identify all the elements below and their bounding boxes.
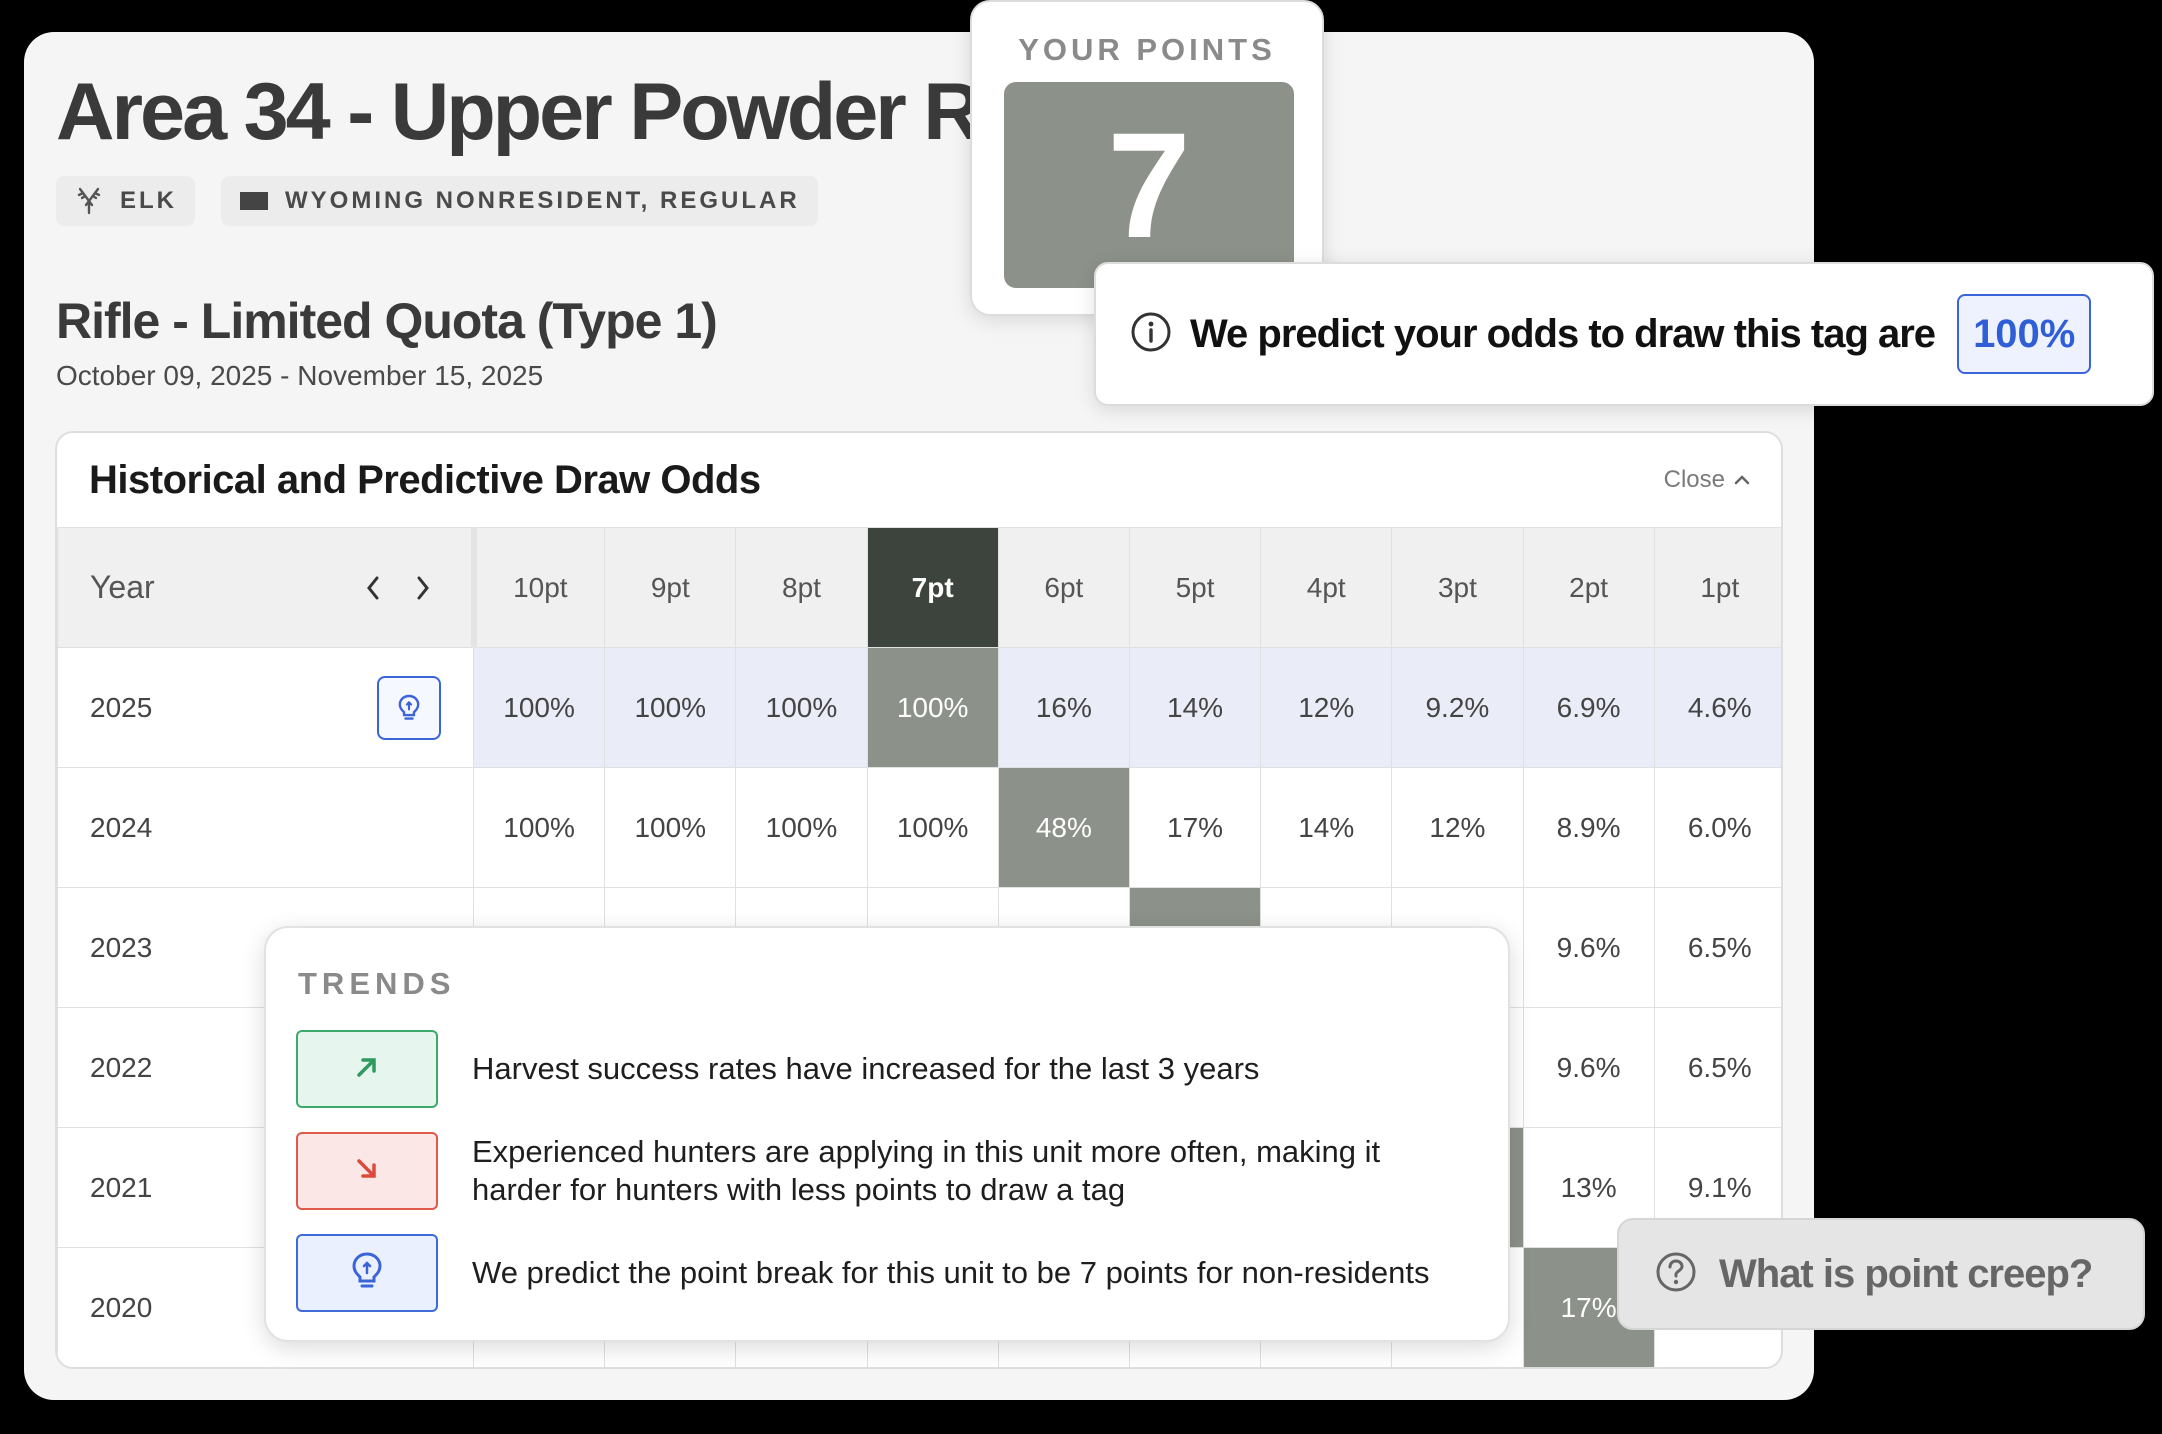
odds-cell: 48%: [997, 767, 1130, 888]
arrow-up-right-icon: [352, 1052, 382, 1087]
year-cell: 2025: [57, 647, 474, 768]
odds-cell: 6.5%: [1653, 887, 1781, 1008]
prediction-lightbulb-button[interactable]: [377, 675, 441, 740]
odds-cell: 14%: [1260, 767, 1393, 888]
table-row: 2024 100% 100% 100% 100% 48% 17% 14% 12% 8.9% 6.0%: [57, 767, 1781, 888]
lightbulb-icon: [398, 694, 420, 720]
odds-cell: 12%: [1260, 647, 1393, 768]
odds-cell: 9.6%: [1522, 887, 1655, 1008]
odds-cell: 14%: [1128, 647, 1262, 768]
year-navigation: [359, 572, 437, 604]
odds-cell: 100%: [735, 647, 868, 768]
close-button[interactable]: Close: [1664, 466, 1751, 494]
chevron-up-icon: [1733, 466, 1751, 494]
info-icon: [1130, 311, 1172, 358]
year-label: 2022: [90, 1051, 153, 1083]
points-label: YOUR POINTS: [1018, 32, 1276, 67]
trend-text: Harvest success rates have increased for…: [472, 1051, 1260, 1086]
table-header-row: Year 10pt9pt8pt7pt6pt5pt4pt3pt2p: [57, 527, 1781, 648]
points-column-header[interactable]: 2pt: [1522, 527, 1655, 648]
chevron-left-icon[interactable]: [359, 572, 387, 604]
trend-prediction-badge: [296, 1234, 438, 1312]
year-label: 2025: [90, 691, 153, 723]
year-label: 2020: [90, 1291, 153, 1323]
hunt-card: Area 34 - Upper Powder River ELK WYOMING…: [24, 32, 1814, 1400]
odds-cell: 6.5%: [1653, 1007, 1781, 1128]
trend-down-badge: [296, 1132, 438, 1210]
prediction-banner: We predict your odds to draw this tag ar…: [1094, 262, 2154, 406]
odds-cell: 8.9%: [1522, 767, 1655, 888]
year-label: 2021: [90, 1171, 153, 1203]
points-column-header[interactable]: 9pt: [604, 527, 737, 648]
odds-cell: 100%: [472, 767, 606, 888]
odds-cell: 100%: [866, 767, 999, 888]
help-icon: [1655, 1251, 1697, 1298]
points-value: 7: [1004, 82, 1294, 288]
trends-title: TRENDS: [298, 966, 456, 1001]
tag-chips: ELK WYOMING NONRESIDENT, REGULAR: [56, 176, 818, 226]
points-column-header[interactable]: 10pt: [472, 527, 606, 648]
species-label: ELK: [120, 187, 177, 214]
hunt-title: Rifle - Limited Quota (Type 1): [56, 293, 718, 349]
year-column-header: Year: [57, 527, 477, 648]
points-column-header[interactable]: 3pt: [1391, 527, 1524, 648]
year-cell: 2024: [57, 767, 474, 888]
odds-cell: 9.6%: [1522, 1007, 1655, 1128]
wyoming-state-icon: [239, 186, 269, 216]
trend-up-badge: [296, 1030, 438, 1108]
panel-header: Historical and Predictive Draw Odds Clos…: [57, 433, 1781, 527]
odds-cell: 100%: [866, 647, 999, 768]
odds-cell: 100%: [604, 767, 737, 888]
odds-cell: 100%: [735, 767, 868, 888]
points-column-header[interactable]: 1pt: [1653, 527, 1781, 648]
close-label: Close: [1663, 466, 1725, 493]
elk-antler-icon: [74, 186, 104, 216]
trend-item: We predict the point break for this unit…: [296, 1234, 1472, 1312]
point-creep-button[interactable]: What is point creep?: [1617, 1218, 2145, 1330]
points-column-header[interactable]: 5pt: [1128, 527, 1262, 648]
year-header-label: Year: [90, 569, 155, 605]
points-column-header[interactable]: 8pt: [735, 527, 868, 648]
odds-cell: 12%: [1391, 767, 1524, 888]
prediction-odds-badge: 100%: [1957, 294, 2092, 374]
species-chip: ELK: [56, 176, 195, 226]
odds-cell: 6.9%: [1522, 647, 1655, 768]
odds-cell: 16%: [997, 647, 1130, 768]
chevron-right-icon[interactable]: [409, 572, 437, 604]
area-title: Area 34 - Upper Powder River: [56, 67, 1114, 157]
odds-cell: 100%: [472, 647, 606, 768]
points-column-header[interactable]: 4pt: [1260, 527, 1393, 648]
table-row: 2025 100% 100% 100% 100% 16% 14% 12% 9.2% 6.9% 4.6…: [57, 647, 1781, 768]
odds-cell: 9.2%: [1391, 647, 1524, 768]
odds-cell: 4.6%: [1653, 647, 1781, 768]
odds-cell: 17%: [1128, 767, 1262, 888]
trend-item: Experienced hunters are applying in this…: [296, 1132, 1472, 1210]
hunt-dates: October 09, 2025 - November 15, 2025: [56, 360, 544, 391]
point-creep-label: What is point creep?: [1719, 1251, 2093, 1296]
trend-item: Harvest success rates have increased for…: [296, 1030, 1472, 1108]
trend-text: Experienced hunters are applying in this…: [472, 1134, 1381, 1207]
odds-cell: 100%: [604, 647, 737, 768]
lightbulb-icon: [350, 1251, 384, 1296]
points-column-header[interactable]: 6pt: [997, 527, 1130, 648]
residency-label: WYOMING NONRESIDENT, REGULAR: [285, 187, 800, 214]
residency-chip: WYOMING NONRESIDENT, REGULAR: [221, 176, 818, 226]
panel-title: Historical and Predictive Draw Odds: [89, 457, 761, 502]
arrow-down-right-icon: [352, 1154, 382, 1189]
odds-cell: 6.0%: [1653, 767, 1781, 888]
trends-popover: TRENDS Harvest success rates have increa…: [264, 926, 1510, 1342]
points-column-header[interactable]: 7pt: [866, 527, 999, 648]
trend-text: We predict the point break for this unit…: [472, 1255, 1430, 1290]
year-label: 2023: [90, 931, 153, 963]
prediction-text: We predict your odds to draw this tag ar…: [1190, 311, 1936, 356]
year-label: 2024: [90, 811, 153, 843]
